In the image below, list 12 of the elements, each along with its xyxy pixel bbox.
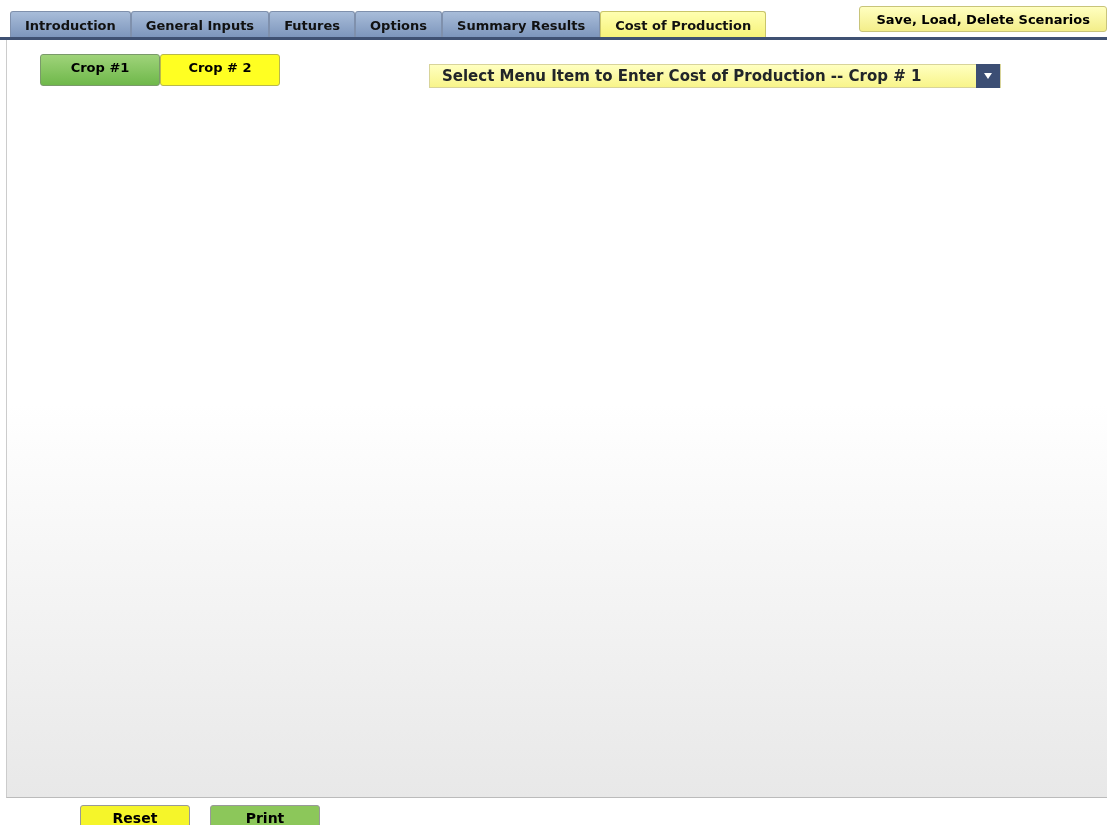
footer-button[interactable]: Print	[210, 805, 320, 825]
nav-tab[interactable]: Summary Results	[442, 11, 601, 37]
nav-tab[interactable]: Futures	[269, 11, 356, 37]
nav-tab[interactable]: Options	[355, 11, 442, 37]
nav-tab[interactable]: General Inputs	[130, 11, 270, 37]
crop-tab[interactable]: Crop # 2	[160, 54, 280, 86]
save-load-scenarios-button[interactable]: Save, Load, Delete Scenarios	[859, 6, 1107, 32]
nav-tab[interactable]: Introduction	[10, 11, 131, 37]
nav-tab[interactable]: Cost of Production	[600, 11, 767, 37]
footer-button[interactable]: Reset	[80, 805, 190, 825]
crop-tab[interactable]: Crop #1	[40, 54, 160, 86]
menu-select[interactable]: Select Menu Item to Enter Cost of Production -- Crop # 1	[429, 64, 1001, 88]
